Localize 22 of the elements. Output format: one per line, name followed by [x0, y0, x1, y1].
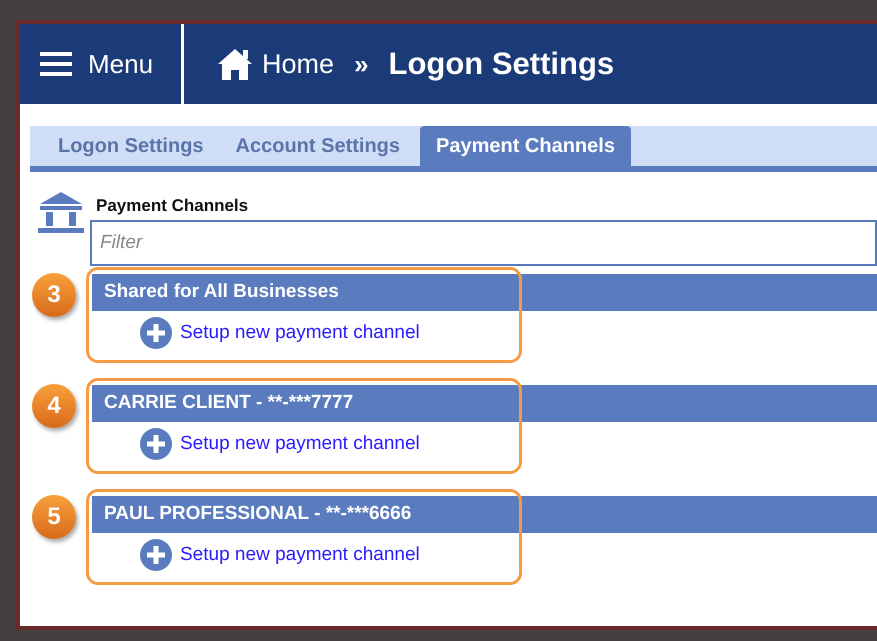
callout-number: 5 — [32, 495, 76, 539]
section-title: PAUL PROFESSIONAL - **-***6666 — [104, 502, 412, 526]
home-icon — [216, 47, 254, 81]
setup-link[interactable]: Setup new payment channel — [140, 317, 420, 349]
callout-number: 4 — [32, 384, 76, 428]
add-icon — [140, 539, 172, 571]
page-title: Logon Settings — [388, 44, 614, 83]
callout-number: 3 — [32, 273, 76, 317]
section-title: Shared for All Businesses — [104, 280, 339, 304]
section-title: CARRIE CLIENT - **-***7777 — [104, 391, 354, 416]
home-link[interactable]: Home — [216, 44, 334, 84]
menu-button[interactable]: Menu — [20, 24, 184, 104]
add-icon — [140, 428, 172, 460]
breadcrumb-separator: » — [354, 48, 369, 80]
panel-title: Payment Channels — [96, 195, 248, 217]
filter-field[interactable]: Filter — [90, 220, 877, 266]
tab[interactable]: Payment Channels — [420, 126, 631, 166]
menu-icon — [40, 52, 72, 76]
add-icon — [140, 317, 172, 349]
setup-link[interactable]: Setup new payment channel — [140, 539, 420, 571]
setup-link[interactable]: Setup new payment channel — [140, 428, 420, 460]
bank-icon — [38, 190, 84, 234]
